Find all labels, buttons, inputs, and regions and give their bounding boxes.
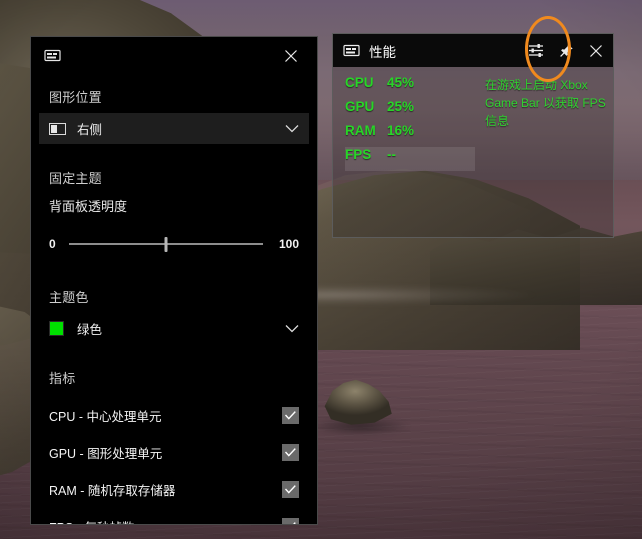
- monitor-icon: [343, 44, 361, 58]
- settings-panel-body: 图形位置 右侧 固定主题 背面板透明度 0 100 主题色 绿色 指标 CPU …: [31, 75, 317, 524]
- monitor-icon: [44, 49, 62, 63]
- section-label-graph-position: 图形位置: [49, 90, 102, 105]
- metric-row-fps[interactable]: FPS - 每秒帧数: [31, 511, 317, 524]
- graph-position-dropdown[interactable]: 右侧: [39, 113, 309, 144]
- stat-value-gpu: 25%: [387, 99, 415, 114]
- section-label-metrics: 指标: [49, 371, 76, 386]
- chevron-down-icon: [279, 324, 305, 333]
- metric-row-gpu[interactable]: GPU - 图形处理单元: [31, 437, 317, 468]
- desktop-screen: 图形位置 右侧 固定主题 背面板透明度 0 100 主题色 绿色 指标 CPU …: [0, 0, 642, 539]
- performance-settings-panel: 图形位置 右侧 固定主题 背面板透明度 0 100 主题色 绿色 指标 CPU …: [30, 36, 318, 525]
- metric-checkbox-cpu[interactable]: [282, 407, 299, 424]
- settings-panel-header: [31, 37, 317, 75]
- metric-checkbox-fps[interactable]: [282, 518, 299, 524]
- stat-name-ram: RAM: [345, 123, 376, 138]
- graph-position-value: 右侧: [77, 123, 103, 137]
- stat-name-fps: FPS: [345, 147, 372, 162]
- metric-label-cpu: CPU - 中心处理单元: [49, 410, 162, 424]
- metric-label-fps: FPS - 每秒帧数: [49, 517, 282, 524]
- section-label-pin-theme: 固定主题: [49, 171, 102, 186]
- settings-close-button[interactable]: [271, 40, 311, 72]
- performance-panel-title: 性能: [369, 44, 396, 60]
- position-right-icon: [49, 122, 67, 135]
- performance-settings-button[interactable]: [521, 36, 551, 66]
- stat-name-gpu: GPU: [345, 99, 375, 114]
- metric-row-cpu[interactable]: CPU - 中心处理单元: [31, 400, 317, 431]
- chevron-down-icon: [279, 124, 305, 133]
- theme-color-value: 绿色: [77, 323, 103, 337]
- section-label-theme-color: 主题色: [49, 290, 89, 305]
- theme-color-dropdown[interactable]: 绿色: [39, 313, 309, 344]
- stat-value-cpu: 45%: [387, 75, 415, 90]
- stat-row-gpu: GPU 25%: [345, 99, 475, 123]
- color-swatch-icon: [49, 321, 67, 336]
- metric-checkbox-ram[interactable]: [282, 481, 299, 498]
- stat-value-ram: 16%: [387, 123, 415, 138]
- metric-label-gpu: GPU - 图形处理单元: [49, 447, 163, 461]
- transparency-slider[interactable]: [69, 235, 263, 253]
- close-icon[interactable]: [581, 36, 611, 66]
- slider-max-label: 100: [278, 237, 299, 251]
- performance-stats-list: CPU 45% GPU 25% RAM 16% FPS --: [345, 75, 475, 171]
- slider-min-label: 0: [49, 237, 56, 251]
- stat-value-fps: --: [387, 147, 396, 162]
- performance-fps-hint-message: 在游戏上启动 Xbox Game Bar 以获取 FPS 信息: [485, 78, 606, 128]
- label-backplate-transparency: 背面板透明度: [49, 199, 128, 214]
- metric-label-ram: RAM - 随机存取存储器: [49, 484, 176, 498]
- slider-thumb[interactable]: [164, 236, 168, 252]
- performance-panel-actions: [521, 34, 611, 67]
- performance-panel-body: CPU 45% GPU 25% RAM 16% FPS -- 在游戏上启动 Xb…: [333, 67, 613, 237]
- pin-icon[interactable]: [551, 36, 581, 66]
- metric-row-ram[interactable]: RAM - 随机存取存储器: [31, 474, 317, 505]
- stat-row-ram: RAM 16%: [345, 123, 475, 147]
- transparency-slider-row: 0 100: [31, 221, 317, 263]
- stat-name-cpu: CPU: [345, 75, 374, 90]
- stat-row-fps: FPS --: [345, 147, 475, 171]
- performance-panel-header: 性能: [333, 34, 613, 67]
- metric-checkbox-gpu[interactable]: [282, 444, 299, 461]
- performance-overlay-panel: 性能 CPU 45% GPU 25% RAM 16% FPS -- 在游戏上启动…: [332, 33, 614, 238]
- stat-row-cpu: CPU 45%: [345, 75, 475, 99]
